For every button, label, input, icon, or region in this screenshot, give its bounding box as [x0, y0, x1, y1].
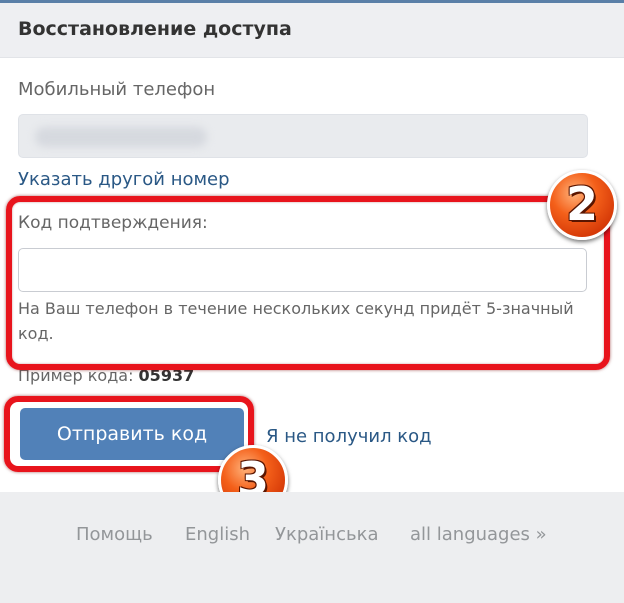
phone-label: Мобильный телефон [18, 79, 216, 100]
highlight-frame-code [6, 196, 610, 370]
submit-code-button[interactable]: Отправить код [20, 408, 244, 460]
footer-link-english[interactable]: English [185, 524, 250, 545]
step-badge-2: 2 [547, 170, 617, 240]
footer-links: Помощь English Українська all languages … [0, 524, 624, 548]
page-title: Восстановление доступа [18, 18, 292, 40]
change-number-link[interactable]: Указать другой номер [18, 169, 230, 190]
footer-link-ukrainian[interactable]: Українська [275, 524, 378, 545]
not-received-link[interactable]: Я не получил код [266, 426, 432, 447]
phone-value-blurred [35, 127, 207, 147]
footer-link-all-languages[interactable]: all languages » [410, 524, 547, 545]
footer-link-help[interactable]: Помощь [76, 524, 153, 545]
phone-field [18, 114, 588, 158]
page-header: Восстановление доступа [0, 3, 624, 58]
